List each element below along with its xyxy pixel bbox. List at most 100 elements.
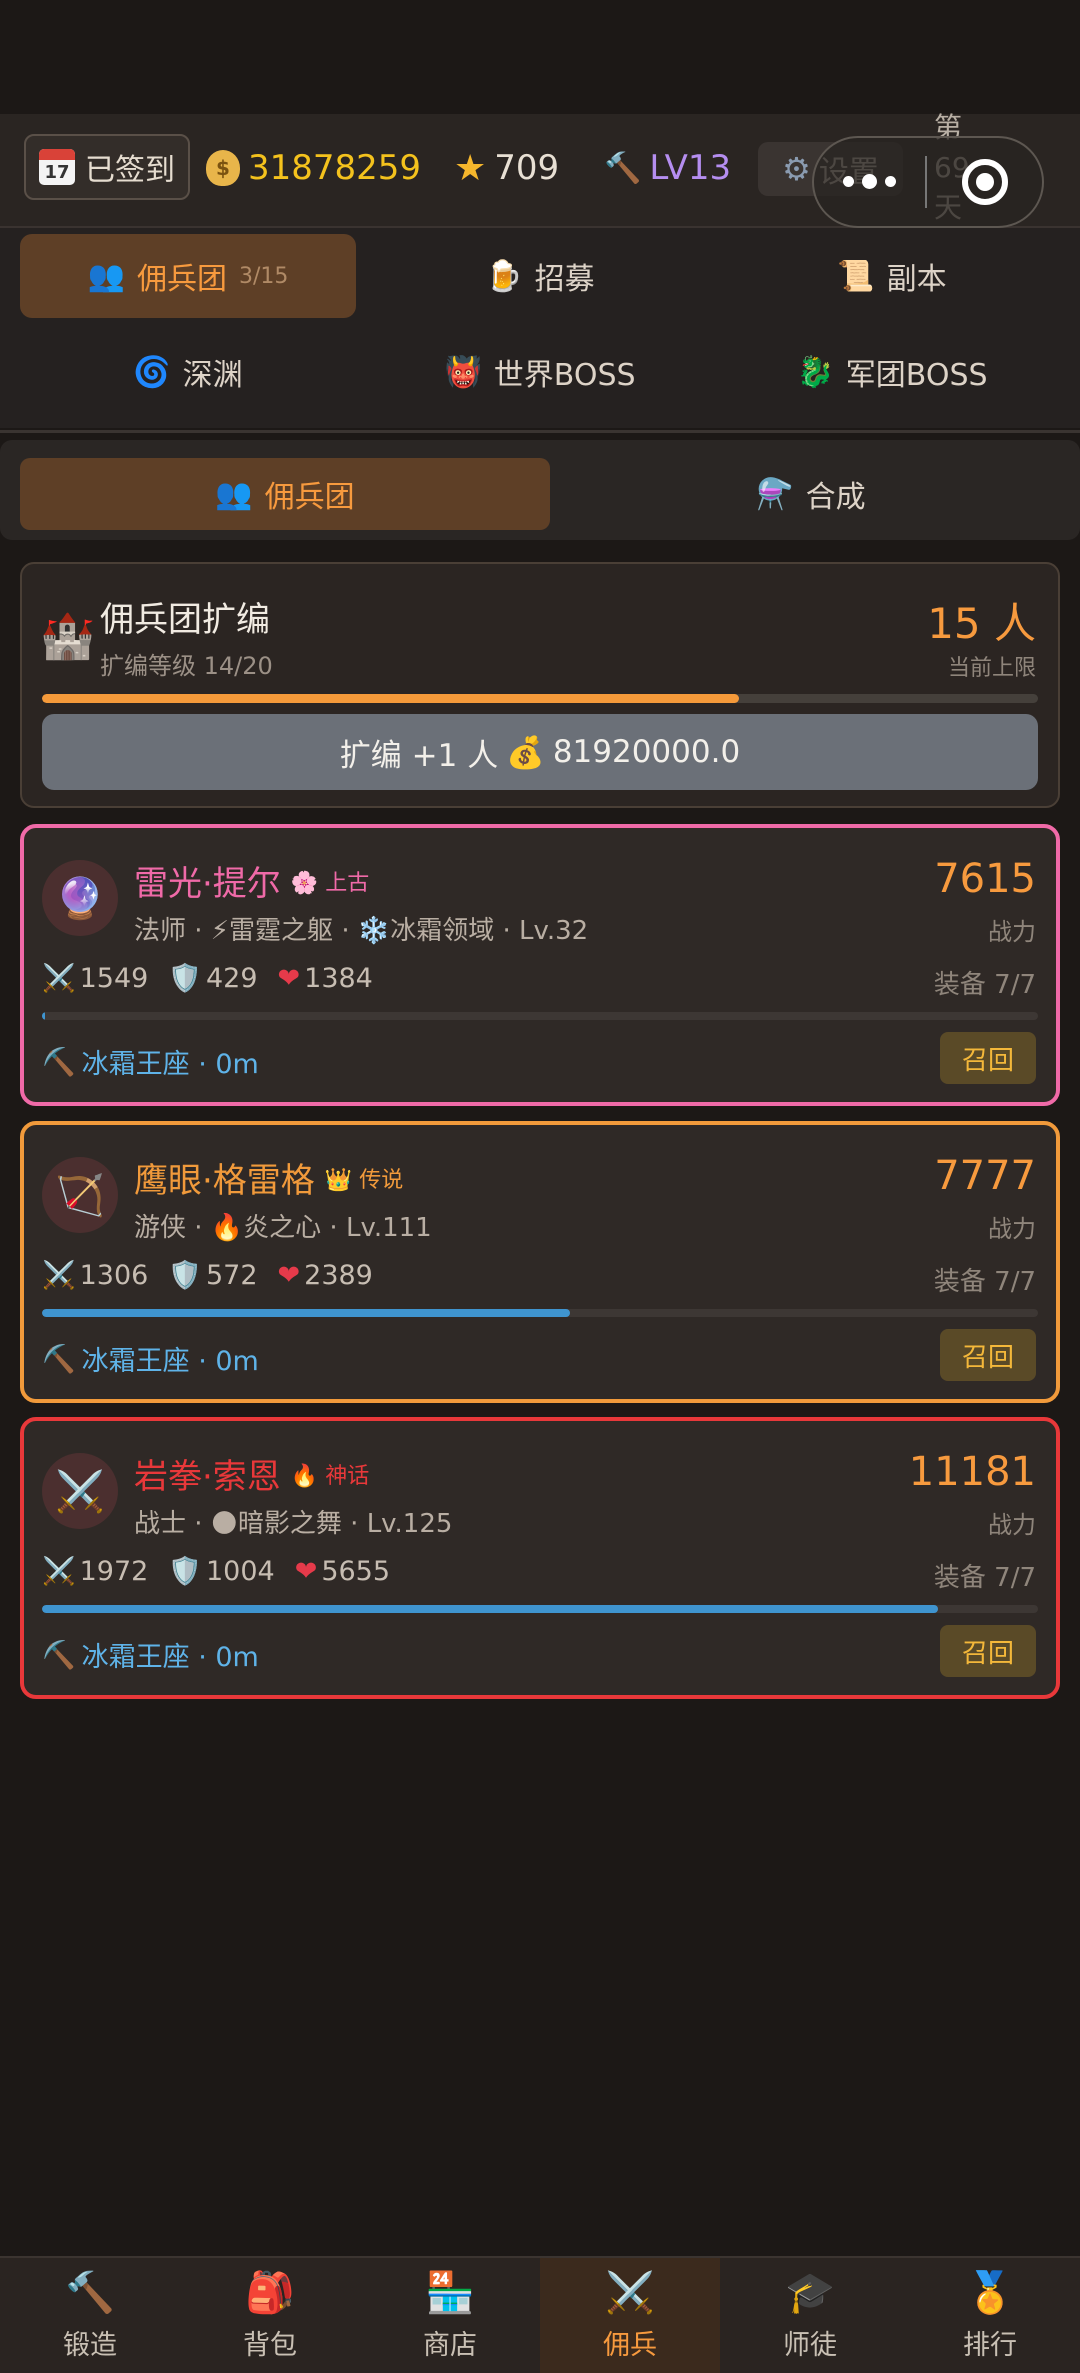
- subtab-mercenary[interactable]: 👥 佣兵团: [20, 458, 550, 530]
- bottom-nav-ranking[interactable]: 🏅 排行: [900, 2258, 1080, 2373]
- recall-button[interactable]: 召回: [940, 1329, 1036, 1381]
- mercenary-avatar: ⚔️: [42, 1453, 118, 1529]
- defense-stat: 🛡️ 1004: [168, 1555, 275, 1588]
- progress-bar: [42, 1309, 1038, 1317]
- more-menu-icon[interactable]: [814, 173, 925, 189]
- star-value: 709: [494, 148, 560, 188]
- subtab-synthesis[interactable]: ⚗️ 合成: [546, 458, 1076, 530]
- tab-world-boss[interactable]: 👹 世界BOSS: [372, 330, 708, 414]
- mercenary-card[interactable]: 🏹 鹰眼·格雷格 👑 传说 游侠 · 🔥炎之心 · Lv.111 7777 战力…: [20, 1121, 1060, 1403]
- expand-button[interactable]: 扩编 +1 人 💰 81920000.0: [42, 714, 1038, 790]
- mercenary-name: 岩拳·索恩: [134, 1457, 281, 1497]
- expand-level: 扩编等级 14/20: [100, 652, 273, 680]
- expand-cost: 81920000.0: [552, 734, 741, 770]
- tab-legion-boss-label: 军团BOSS: [845, 358, 988, 393]
- bottom-nav-label: 佣兵: [603, 2330, 657, 2361]
- money-bag-icon: 💰: [506, 734, 545, 771]
- money-bag-icon: [206, 150, 240, 186]
- mercenary-desc: 法师 · ⚡雷霆之躯 · ❄️冰霜领域 · Lv.32: [134, 916, 589, 946]
- pickaxe-icon: ⛏️: [42, 1046, 76, 1078]
- location: ⛏️ 冰霜王座 · 0m: [42, 1042, 259, 1081]
- beer-icon: 🍺: [485, 258, 523, 294]
- mercenary-desc: 游侠 · 🔥炎之心 · Lv.111: [134, 1213, 432, 1243]
- bottom-nav-forge[interactable]: 🔨 锻造: [0, 2258, 180, 2373]
- miniprogram-capsule: [812, 136, 1044, 228]
- backpack-icon: 🎒: [245, 2270, 295, 2316]
- close-miniprogram-icon[interactable]: [927, 159, 1042, 205]
- equipment-count: 装备 7/7: [933, 1563, 1036, 1593]
- rarity-badge: 🔥 神话: [291, 1458, 369, 1490]
- signin-button[interactable]: 17 已签到: [24, 134, 190, 200]
- bottom-nav-label: 锻造: [63, 2330, 117, 2361]
- mercenary-name-row: 鹰眼·格雷格 👑 传说: [134, 1153, 403, 1202]
- bottom-nav-label: 师徒: [783, 2330, 837, 2361]
- bottom-nav-mercenary[interactable]: ⚔️ 佣兵: [540, 2258, 720, 2373]
- heart-icon: ❤: [277, 962, 301, 994]
- tab-legion-boss[interactable]: 🐉 军团BOSS: [724, 330, 1060, 414]
- recall-button[interactable]: 召回: [940, 1625, 1036, 1677]
- rarity-label: 神话: [325, 1463, 370, 1489]
- member-limit-label: 当前上限: [947, 656, 1036, 681]
- progress-bar: [42, 1012, 1038, 1020]
- tab-abyss[interactable]: 🌀 深渊: [20, 330, 356, 414]
- tab-recruit[interactable]: 🍺 招募: [372, 234, 708, 318]
- tab-world-boss-label: 世界BOSS: [493, 358, 636, 393]
- tab-abyss-label: 深渊: [182, 358, 243, 393]
- bottom-nav-label: 背包: [243, 2330, 297, 2361]
- calendar-icon: 17: [39, 149, 75, 185]
- gear-icon: ⚙: [782, 150, 811, 188]
- scroll-icon: 📜: [837, 258, 875, 294]
- power-label: 战力: [988, 1215, 1036, 1243]
- sword-icon: ⚔️: [42, 1556, 76, 1587]
- mercenary-card[interactable]: 🔮 雷光·提尔 🌸 上古 法师 · ⚡雷霆之躯 · ❄️冰霜领域 · Lv.32…: [20, 824, 1060, 1106]
- bottom-nav: 🔨 锻造 🎒 背包 🏪 商店 ⚔️ 佣兵 🎓 师徒 🏅 排行: [0, 2256, 1080, 2373]
- subtab-synthesis-label: 合成: [805, 480, 866, 515]
- stats-row: ⚔️ 1972 🛡️ 1004 ❤ 5655: [42, 1555, 390, 1588]
- hammer-icon: 🔨: [604, 150, 642, 186]
- equipment-count: 装备 7/7: [933, 1267, 1036, 1297]
- recall-button[interactable]: 召回: [940, 1032, 1036, 1084]
- hp-stat: ❤ 2389: [277, 1259, 373, 1291]
- sword-icon: ⚔️: [42, 1260, 76, 1291]
- level-value: LV13: [649, 148, 732, 188]
- bottom-nav-label: 排行: [963, 2330, 1017, 2361]
- bottom-nav-shop[interactable]: 🏪 商店: [360, 2258, 540, 2373]
- gold-counter: 31878259: [206, 138, 421, 198]
- signin-label: 已签到: [85, 153, 175, 188]
- tab-mercenary[interactable]: 👥 佣兵团 3/15: [20, 234, 356, 318]
- power-label: 战力: [988, 1511, 1036, 1539]
- mercenary-icon: 👥: [215, 476, 253, 512]
- mercenary-avatar: 🔮: [42, 860, 118, 936]
- location-label: 冰霜王座 · 0m: [81, 1642, 259, 1673]
- mercenary-card[interactable]: ⚔️ 岩拳·索恩 🔥 神话 战士 · 🌑暗影之舞 · Lv.125 11181 …: [20, 1417, 1060, 1699]
- status-bar-area: [0, 0, 1080, 114]
- medal-icon: 🏅: [965, 2270, 1015, 2316]
- rarity-badge: 👑 传说: [325, 1162, 403, 1194]
- bottom-nav-mentor[interactable]: 🎓 师徒: [720, 2258, 900, 2373]
- hp-stat: ❤ 1384: [277, 962, 373, 994]
- expand-title: 佣兵团扩编: [100, 600, 270, 640]
- shield-icon: 🛡️: [168, 1260, 202, 1291]
- castle-icon: 🏰: [40, 611, 95, 662]
- pickaxe-icon: ⛏️: [42, 1343, 76, 1375]
- ogre-icon: 👹: [444, 354, 482, 390]
- attack-stat: ⚔️ 1306: [42, 1259, 149, 1292]
- equipment-count: 装备 7/7: [933, 970, 1036, 1000]
- bottom-nav-backpack[interactable]: 🎒 背包: [180, 2258, 360, 2373]
- swords-icon: ⚔️: [605, 2270, 655, 2316]
- location-label: 冰霜王座 · 0m: [81, 1049, 259, 1080]
- graduation-cap-icon: 🎓: [785, 2270, 835, 2316]
- rarity-label: 上古: [325, 870, 370, 896]
- tab-dungeon-label: 副本: [886, 262, 947, 297]
- heart-icon: ❤: [277, 1259, 301, 1291]
- pickaxe-icon: ⛏️: [42, 1639, 76, 1671]
- mercenary-desc: 战士 · 🌑暗影之舞 · Lv.125: [134, 1509, 453, 1539]
- rarity-badge: 🌸 上古: [291, 865, 369, 897]
- vortex-icon: 🌀: [133, 354, 171, 390]
- tab-dungeon[interactable]: 📜 副本: [724, 234, 1060, 318]
- mercenary-count: 3/15: [238, 263, 289, 289]
- cauldron-icon: ⚗️: [756, 476, 794, 512]
- progress-bar: [42, 1605, 1038, 1613]
- tab-recruit-label: 招募: [534, 262, 595, 297]
- shop-icon: 🏪: [425, 2270, 475, 2316]
